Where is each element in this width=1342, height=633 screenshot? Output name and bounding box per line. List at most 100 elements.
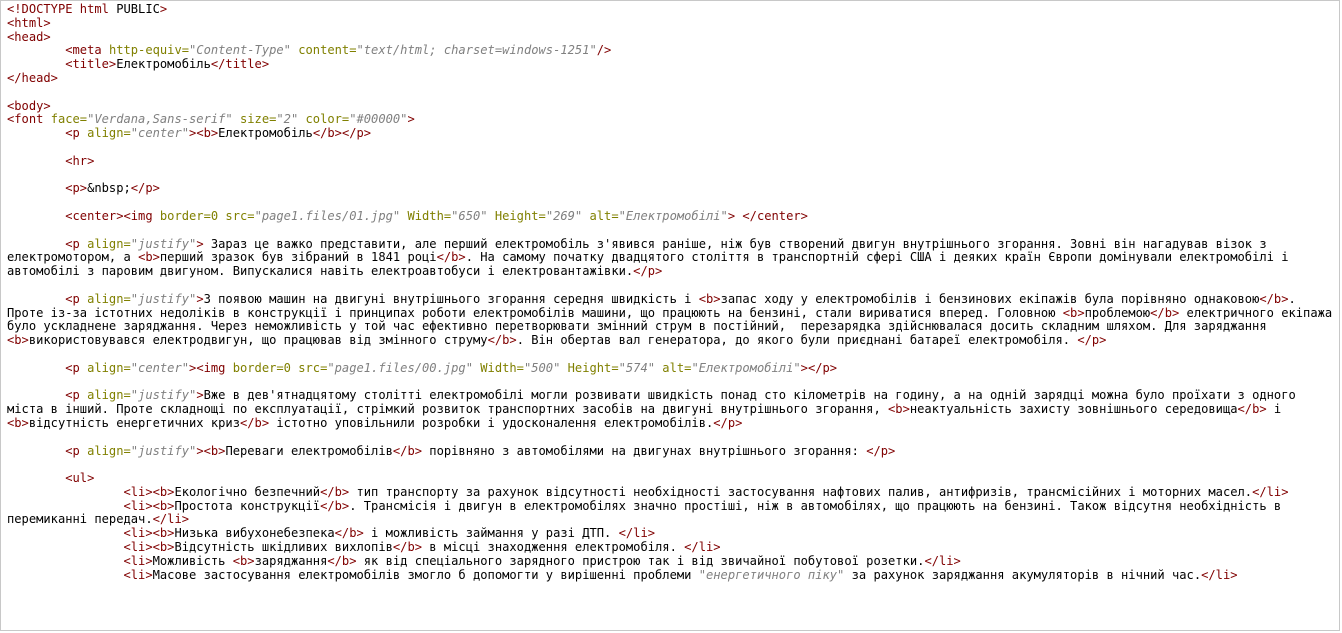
code-line[interactable]: <ul> xyxy=(7,471,1339,486)
code-token-tag: </b> xyxy=(392,443,423,458)
code-line[interactable]: <li><b>Простота конструкції</b>. Трансмі… xyxy=(7,498,1339,528)
code-line[interactable]: <p align="justify">З появою машин на дви… xyxy=(7,291,1339,348)
code-token-tag: </li> xyxy=(1201,567,1238,582)
code-token-tag: <p xyxy=(65,443,88,458)
code-token-str: "page1.files/01.jpg" xyxy=(254,208,401,223)
code-token-tag: </li> xyxy=(924,553,961,568)
code-token-tag: </title> xyxy=(210,57,270,72)
code-token-str: "page1.files/00.jpg" xyxy=(327,360,473,375)
code-token-str: "text/html; charset=windows-1251" xyxy=(356,43,597,58)
code-token-tag: </b> xyxy=(320,484,350,499)
code-token-tag: <b> xyxy=(152,526,175,541)
code-token-text: як від спеціального зарядного пристрою т… xyxy=(356,553,925,568)
code-line[interactable]: <p align="justify"> Зараз це важко предс… xyxy=(7,236,1339,279)
code-token-tag: > xyxy=(196,236,204,251)
code-line[interactable]: ​ xyxy=(7,224,1339,238)
code-line[interactable]: </head> xyxy=(7,70,1339,86)
code-token-tag: </head> xyxy=(7,70,58,85)
code-line[interactable]: <head> xyxy=(7,29,1339,45)
code-token-attr: size= xyxy=(232,112,277,127)
code-token-text: &nbsp; xyxy=(87,181,131,196)
code-line[interactable]: <li><b>Відсутність шкідливих вихлопів</b… xyxy=(7,540,1339,555)
code-line[interactable]: ​ xyxy=(7,431,1339,445)
code-line[interactable]: <html> xyxy=(7,16,1339,31)
code-line[interactable]: <li>Можливість <b>заряджання</b> як від … xyxy=(7,553,1339,569)
code-token-tag: </b> xyxy=(240,415,270,430)
code-token-str: "center" xyxy=(130,360,190,375)
code-line[interactable]: ​ xyxy=(7,196,1339,210)
code-line[interactable]: ​ xyxy=(7,141,1339,155)
code-token-tag: <b> xyxy=(152,498,175,513)
code-token-text: відсутність енергетичних криз xyxy=(28,415,240,430)
code-token-tag: </li> xyxy=(684,540,721,555)
code-token-str: "Verdana,Sans-serif" xyxy=(87,112,233,127)
code-token-tag: </p> xyxy=(341,126,372,141)
code-token-attr: align= xyxy=(87,388,131,403)
code-token-attr: alt= xyxy=(582,208,619,223)
code-token-tag: > xyxy=(800,360,808,375)
code-token-tag: > xyxy=(407,112,415,127)
code-token-tag: <img xyxy=(123,208,160,223)
code-line[interactable]: ​ xyxy=(7,169,1339,183)
code-token-tag: > xyxy=(196,443,204,458)
code-token-attr: face= xyxy=(50,112,88,127)
code-token-tag: > xyxy=(159,2,168,16)
code-token-str: "енергетичного піку" xyxy=(698,567,845,582)
code-token-text: в місці знаходження електромобіля. xyxy=(422,540,685,555)
code-token-attr: border=0 src= xyxy=(232,360,328,375)
code-token-text: використовувався електродвигун, що працю… xyxy=(28,333,488,348)
code-line[interactable]: <meta http-equiv="Content-Type" content=… xyxy=(7,43,1339,58)
code-token-attr: align= xyxy=(87,360,131,375)
code-token-tag: <p xyxy=(65,236,88,251)
code-token-tag: </b> xyxy=(487,333,517,348)
code-token-tag: <li> xyxy=(123,567,153,582)
code-token-tag: </b> xyxy=(436,250,466,265)
html-source-editor[interactable]: <!DOCTYPE html PUBLIC> <html> <head> <meta… xyxy=(0,0,1340,631)
code-token-str: "Електромобілі" xyxy=(618,208,728,223)
code-token-str: "500" xyxy=(523,360,561,375)
code-token-str: "center" xyxy=(130,126,190,141)
code-token-text: Переваги електромобілів xyxy=(225,443,393,458)
code-line[interactable]: ​ xyxy=(7,348,1339,362)
code-token-attr: Height= xyxy=(487,208,546,223)
code-line[interactable]: <li><b>Екологічно безпечний</b> тип тран… xyxy=(7,484,1339,500)
code-line[interactable]: <p>&nbsp;</p> xyxy=(7,181,1339,196)
code-token-tag: </b> xyxy=(334,526,364,541)
code-line[interactable]: <title>Електромобіль</title> xyxy=(7,57,1339,72)
code-line[interactable]: <li><b>Низька вибухонебезпека</b> і можл… xyxy=(7,526,1339,541)
code-token-tag: <li> xyxy=(123,526,153,541)
code-line[interactable]: <center><img border=0 src="page1.files/0… xyxy=(7,208,1339,224)
code-token-tag: <p xyxy=(65,388,88,403)
code-line[interactable]: <hr> xyxy=(7,154,1339,169)
code-line[interactable]: ​ xyxy=(7,376,1339,390)
code-token-tag: </p> xyxy=(633,264,663,279)
code-token-str: "justify" xyxy=(130,443,197,458)
code-token-tag: <b> xyxy=(1062,305,1085,320)
code-line[interactable]: <body> xyxy=(7,98,1339,114)
code-token-tag: <b> xyxy=(138,250,160,265)
code-token-tag: <b> xyxy=(698,291,721,306)
code-token-tag: <img xyxy=(196,360,233,375)
code-line[interactable]: <font face="Verdana,Sans-serif" size="2"… xyxy=(7,112,1339,127)
code-token-tag: <head> xyxy=(7,29,51,44)
code-token-str: "justify" xyxy=(130,291,197,306)
code-token-tag: <li> xyxy=(123,484,153,499)
code-line[interactable]: ​ xyxy=(7,458,1339,472)
code-line[interactable]: ​ xyxy=(7,86,1339,100)
code-line[interactable]: <p align="justify">Вже в дев'ятнадцятому… xyxy=(7,388,1339,430)
code-token-tag: </p> xyxy=(807,360,838,375)
code-line[interactable]: ​ xyxy=(7,279,1339,293)
code-line[interactable]: <li>Масове застосування електромобілів з… xyxy=(7,567,1339,583)
code-token-text: Масове застосування електромобілів змогл… xyxy=(152,567,699,582)
code-line[interactable]: <p align="center"><b>Електромобіль</b></… xyxy=(7,126,1339,141)
code-line[interactable]: <!DOCTYPE html PUBLIC> xyxy=(7,2,1339,17)
code-line[interactable]: <p align="center" > <img border=0 src="pag… xyxy=(7,360,1339,376)
code-token-text: порівняно з автомобілями на двигунах вну… xyxy=(422,443,867,458)
code-token-text: перший зразок був зібраний в 1841 році xyxy=(159,250,437,265)
code-line[interactable]: <p align="justify"><b>Переваги електромо… xyxy=(7,443,1339,459)
code-token-tag: </p> xyxy=(130,181,160,196)
code-token-tag: <body> xyxy=(7,98,51,113)
